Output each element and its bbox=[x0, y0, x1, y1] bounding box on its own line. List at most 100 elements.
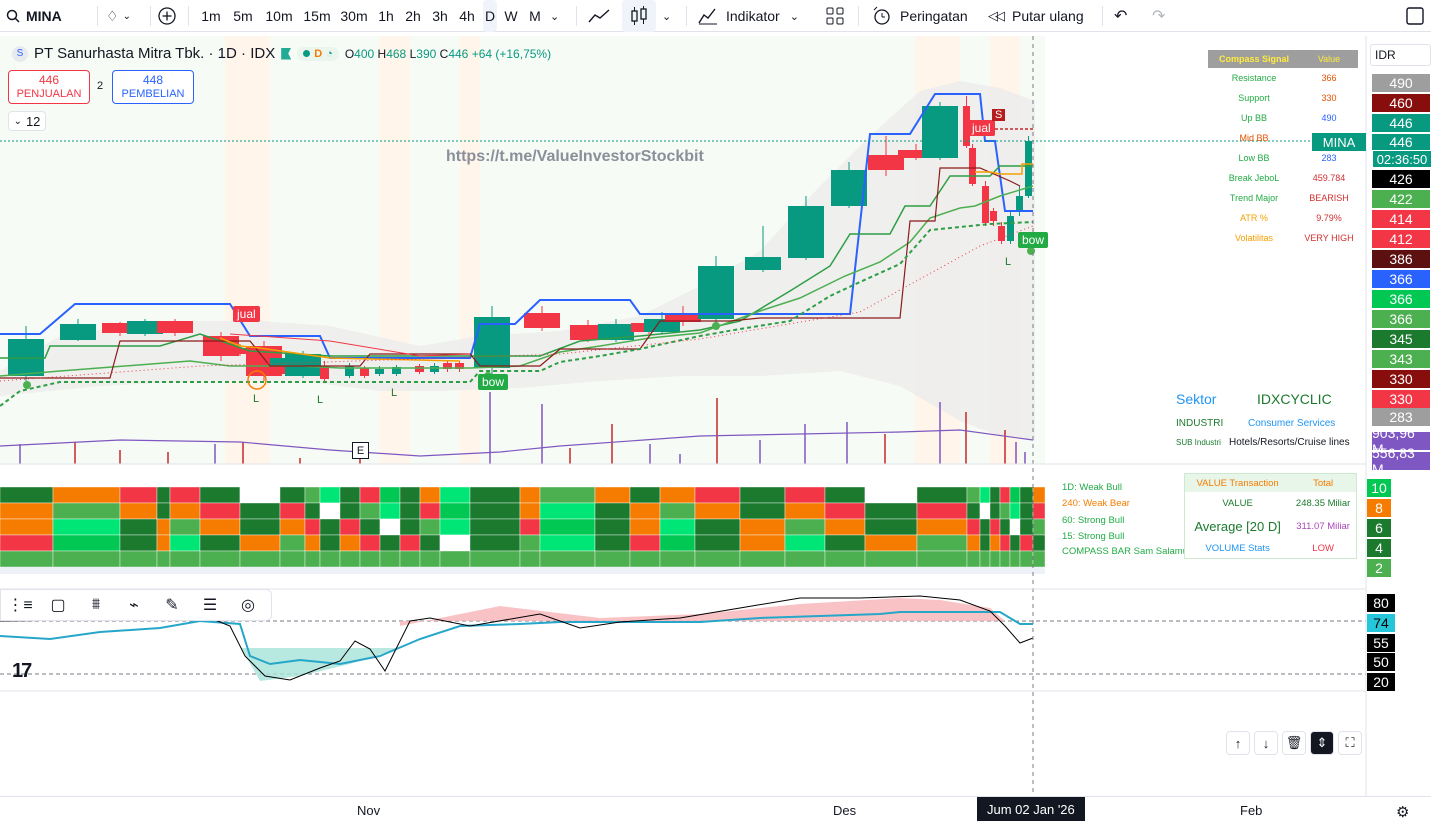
spread-value: 2 bbox=[97, 80, 104, 92]
indicators-collapse-toggle[interactable]: ⌄ 12 bbox=[8, 111, 46, 131]
oscillator-axis-tag: 55 bbox=[1367, 634, 1395, 652]
signal-row: Break JeboL 459.784 bbox=[1208, 168, 1358, 188]
tradingview-logo-icon: 17 bbox=[12, 660, 32, 682]
timeframe-more[interactable]: ⌄ bbox=[550, 0, 566, 32]
sell-label: PENJUALAN bbox=[16, 88, 82, 100]
price-tag: 422 bbox=[1372, 190, 1430, 208]
timeframe-2h[interactable]: 2h bbox=[401, 0, 425, 32]
signal-label: Mid BB bbox=[1239, 133, 1269, 143]
market-open-dot-icon bbox=[303, 50, 311, 57]
close-label: C bbox=[439, 46, 449, 61]
watermark-text: https://t.me/ValueInvestorStockbit bbox=[446, 148, 704, 165]
open-value: 400 bbox=[354, 46, 375, 61]
delete-pane-button[interactable]: 🗑 bbox=[1282, 731, 1306, 755]
signal-header-right: Value bbox=[1300, 50, 1358, 68]
currency-selector[interactable]: IDR bbox=[1370, 44, 1431, 66]
compass-legend-row: 1D: Weak Bull bbox=[1062, 482, 1123, 493]
sell-button[interactable]: 446 PENJUALAN bbox=[8, 70, 90, 104]
low-marker: L bbox=[391, 387, 398, 399]
timeframe-4h[interactable]: 4h bbox=[455, 0, 479, 32]
alerts-button[interactable]: Peringatan bbox=[872, 0, 982, 32]
price-tag: 414 bbox=[1372, 210, 1430, 228]
change-value: +64 (+16,75%) bbox=[471, 46, 552, 61]
signal-label: Trend Major bbox=[1229, 193, 1279, 203]
timeframe-30m[interactable]: 30m bbox=[337, 0, 371, 32]
signal-value: VERY HIGH bbox=[1304, 233, 1354, 243]
oscillator-axis-tag: 50 bbox=[1367, 653, 1395, 671]
vt-header-right: Total bbox=[1313, 477, 1334, 489]
symbol-logo-icon: S bbox=[12, 45, 28, 62]
buy-button[interactable]: 448 PEMBELIAN bbox=[112, 70, 194, 104]
timeframe-W[interactable]: W bbox=[501, 0, 521, 32]
layout-button[interactable] bbox=[826, 0, 848, 32]
replay-button[interactable]: ◁◁ Putar ulang bbox=[988, 0, 1098, 32]
add-symbol-button[interactable] bbox=[157, 0, 179, 32]
open-label: O bbox=[344, 46, 355, 61]
symbol-search[interactable]: MINA bbox=[6, 0, 96, 32]
sub-industry-value: Hotels/Resorts/Cruise lines bbox=[1229, 437, 1350, 448]
move-pane-down-button[interactable]: ↓ bbox=[1254, 731, 1278, 755]
timeframe-1m[interactable]: 1m bbox=[197, 0, 225, 32]
trend-line-tool-icon[interactable]: ⋮≡ bbox=[1, 595, 39, 615]
timeframe-5m[interactable]: 5m bbox=[229, 0, 257, 32]
rectangle-tool-icon[interactable]: ▢ bbox=[39, 595, 77, 615]
indicators-button[interactable]: Indikator ⌄ bbox=[698, 0, 818, 32]
compass-legend-row: COMPASS BAR Sam Salamun bbox=[1062, 546, 1194, 557]
signal-row: ATR % 9.79% bbox=[1208, 208, 1358, 228]
fullscreen-button[interactable] bbox=[1406, 0, 1426, 32]
signal-row: Trend Major BEARISH bbox=[1208, 188, 1358, 208]
timeframe-D[interactable]: D bbox=[483, 0, 497, 32]
timeframe-1h[interactable]: 1h bbox=[375, 0, 397, 32]
chart-type-more[interactable]: ⌄ bbox=[662, 0, 676, 32]
arrow-up-icon: ↑ bbox=[1234, 735, 1242, 751]
signal-label: Volatilitas bbox=[1234, 233, 1274, 243]
buy-price: 448 bbox=[142, 73, 164, 87]
move-pane-up-button[interactable]: ↑ bbox=[1226, 731, 1250, 755]
industry-value: Consumer Services bbox=[1248, 418, 1336, 429]
high-value: 468 bbox=[386, 46, 407, 61]
maximize-pane-button[interactable]: ⛶ bbox=[1338, 731, 1362, 755]
settings-tool-icon[interactable]: ◎ bbox=[229, 595, 267, 615]
collapse-pane-button[interactable]: ⇕ bbox=[1310, 731, 1334, 755]
last-price-tag: 446 bbox=[1372, 134, 1430, 150]
compare-button[interactable]: ♢ ⌄ bbox=[106, 0, 146, 32]
line-chart-button[interactable] bbox=[588, 0, 614, 32]
time-axis[interactable]: Nov Des Jum 02 Jan '26 Feb ⚙ bbox=[0, 796, 1431, 827]
alarm-clock-icon bbox=[873, 6, 890, 25]
price-tag: 426 bbox=[1372, 170, 1430, 188]
price-tag: 460 bbox=[1372, 94, 1430, 112]
timeframe-3h[interactable]: 3h bbox=[429, 0, 451, 32]
fib-tool-icon[interactable]: ⩩ bbox=[77, 596, 115, 614]
chart-legend: S PT Sanurhasta Mitra Tbk. · 1D · IDX D … bbox=[12, 45, 551, 62]
chevron-down-icon: ⌄ bbox=[122, 10, 131, 22]
price-tag: 283 bbox=[1372, 408, 1430, 426]
indicator-count: 12 bbox=[25, 113, 41, 129]
symbol-label: MINA bbox=[26, 8, 62, 24]
earnings-marker[interactable]: E bbox=[352, 442, 369, 459]
signal-label: Up BB bbox=[1240, 113, 1267, 123]
brush-tool-icon[interactable]: ✎ bbox=[153, 595, 191, 615]
compass-axis-tag: 8 bbox=[1367, 499, 1391, 517]
low-marker: L bbox=[317, 394, 324, 406]
time-cursor-label: Jum 02 Jan '26 bbox=[977, 797, 1085, 821]
industry-label: INDUSTRI bbox=[1176, 418, 1224, 429]
candle-type-button[interactable] bbox=[622, 0, 656, 32]
redo-button[interactable]: ↷ bbox=[1152, 0, 1172, 32]
signal-value: BEARISH bbox=[1309, 193, 1349, 203]
candlestick-icon bbox=[631, 6, 647, 25]
undo-button[interactable]: ↶ bbox=[1114, 0, 1134, 32]
path-tool-icon[interactable]: ⌁ bbox=[115, 595, 153, 615]
time-label-feb: Feb bbox=[1240, 803, 1263, 818]
timeframe-15m[interactable]: 15m bbox=[301, 0, 333, 32]
timeframe-M[interactable]: M bbox=[525, 0, 545, 32]
price-tag: 556,83 M bbox=[1372, 445, 1430, 477]
timeframe-10m[interactable]: 10m bbox=[261, 0, 297, 32]
symbol-title[interactable]: PT Sanurhasta Mitra Tbk. · 1D · IDX bbox=[34, 45, 275, 62]
price-tag: 366 bbox=[1372, 290, 1430, 308]
sell-signal-marker: jual bbox=[233, 306, 260, 322]
symbol-price-tag: MINA bbox=[1312, 133, 1366, 151]
compass-legend-row: 60: Strong Bull bbox=[1062, 515, 1125, 526]
settings-gear-icon[interactable]: ⚙ bbox=[1396, 803, 1409, 821]
menu-tool-icon[interactable]: ☰ bbox=[191, 595, 229, 615]
rewind-icon: ◁◁ bbox=[988, 8, 1005, 23]
